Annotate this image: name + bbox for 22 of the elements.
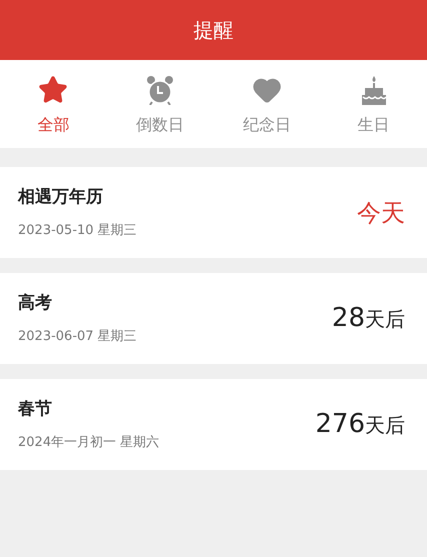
event-date: 2024年一月初一 星期六 (18, 434, 160, 452)
days-unit: 天后 (365, 412, 405, 439)
days-count: 28 (332, 302, 365, 335)
category-tab[interactable]: 生日 (320, 71, 427, 137)
days-count: 276 (315, 408, 365, 441)
cake-icon (360, 75, 388, 105)
category-tab[interactable]: 倒数日 (106, 71, 214, 137)
alarm-clock-icon (146, 75, 174, 105)
days-unit: 天后 (365, 306, 405, 333)
category-tab[interactable]: 纪念日 (214, 71, 320, 137)
event-name: 春节 (18, 398, 53, 421)
event-name: 相遇万年历 (18, 186, 104, 209)
event-date: 2023-05-10 星期三 (18, 222, 137, 240)
category-tab[interactable]: 全部 (0, 71, 107, 137)
event-name: 高考 (18, 292, 53, 315)
today-label: 今天 (357, 198, 405, 228)
event-card[interactable]: 相遇万年历 2023-05-10 星期三 今天 (0, 167, 427, 258)
event-card[interactable]: 高考 2023-06-07 星期三 28天后 (0, 273, 427, 364)
event-card[interactable]: 春节 2024年一月初一 星期六 276天后 (0, 379, 427, 470)
star-icon (38, 75, 68, 105)
event-date: 2023-06-07 星期三 (18, 328, 137, 346)
page-title: 提醒 (194, 17, 234, 44)
